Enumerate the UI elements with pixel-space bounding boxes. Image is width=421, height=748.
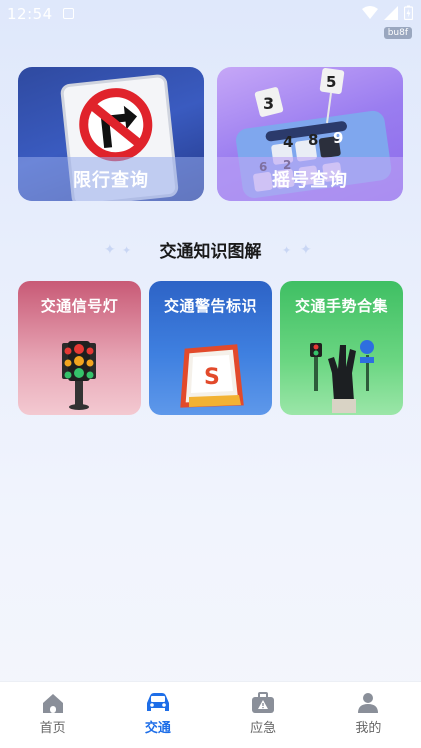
battery-icon [404,5,413,20]
hand-gesture-icon [310,340,374,413]
lottery-digit-3: 3 [263,94,274,113]
warning-sign-icon: S [180,344,244,408]
sparkle-icon-right-small: ✦ [282,244,292,257]
hand-gesture-card[interactable]: 交通手势合集 [280,281,403,415]
section-title: 交通知识图解 [159,242,262,262]
tab-traffic[interactable]: 交通 [105,682,210,748]
restriction-query-band: 限行查询 [18,157,204,201]
restriction-query-label: 限行查询 [73,170,149,191]
tab-home[interactable]: 首页 [0,682,105,748]
tab-home-label: 首页 [39,721,66,736]
lottery-digit-5: 5 [326,73,336,91]
warning-sign-letter: S [204,365,220,390]
wifi-icon [362,5,378,19]
warning-sign-label: 交通警告标识 [163,297,257,315]
tab-mine[interactable]: 我的 [316,682,421,748]
bottom-tab-bar: 首页 交通 应急 我的 [0,681,421,748]
user-icon [358,693,379,713]
status-bar: 12:54 [0,0,421,28]
lottery-digit-8: 8 [308,131,318,149]
lottery-digit-4: 4 [283,133,293,151]
tab-traffic-label: 交通 [144,721,171,736]
tab-emergency[interactable]: 应急 [211,682,316,748]
warning-sign-card[interactable]: 交通警告标识 S [149,281,272,415]
hand-gesture-label: 交通手势合集 [294,297,388,315]
restriction-query-card[interactable]: 限行查询 [18,67,204,201]
sparkle-icon-right: ✦ [300,242,312,258]
system-icons [362,5,413,20]
signal-icon [384,5,398,20]
traffic-light-icon [62,341,96,410]
traffic-light-card[interactable]: 交通信号灯 [18,281,141,415]
notification-icon [63,8,74,19]
car-icon [146,693,169,711]
lottery-query-label: 摇号查询 [272,170,348,191]
lottery-digit-9: 9 [333,129,343,147]
emergency-kit-icon [252,692,275,713]
lottery-query-band: 摇号查询 [217,157,403,201]
lottery-query-card[interactable]: 3 5 4 8 9 6 2 摇号查询 [217,67,403,201]
tab-mine-label: 我的 [355,721,382,736]
traffic-light-label: 交通信号灯 [40,297,119,315]
status-time: 12:54 [7,5,53,23]
build-tag: bu8f [383,27,412,39]
home-icon [42,694,63,713]
tab-emergency-label: 应急 [250,721,277,736]
